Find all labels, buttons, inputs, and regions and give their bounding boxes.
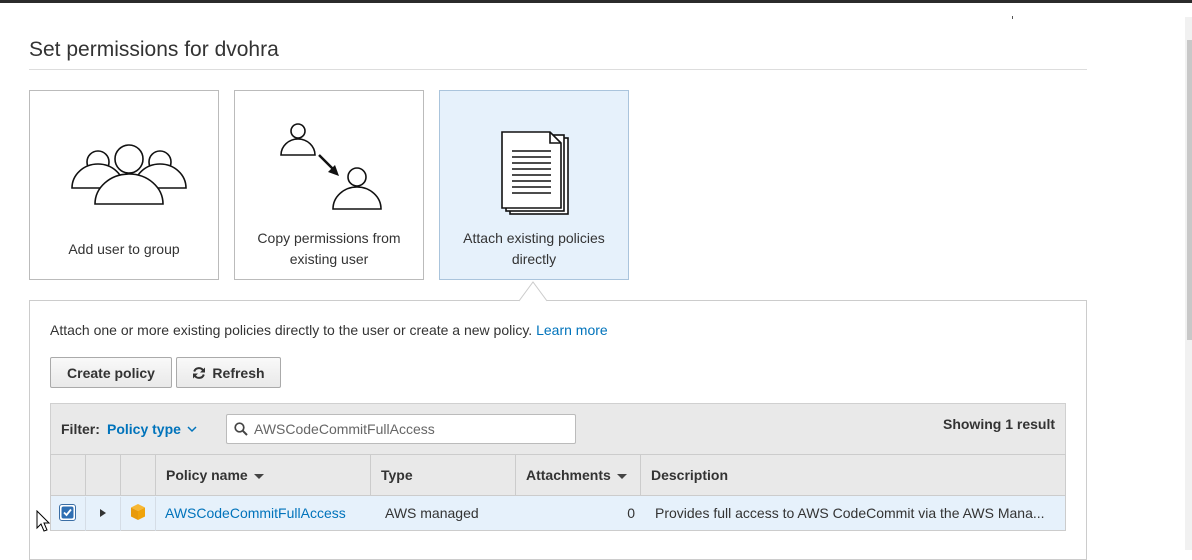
- refresh-button[interactable]: Refresh: [176, 357, 281, 388]
- refresh-label: Refresh: [212, 364, 265, 381]
- option-attach-policies[interactable]: Attach existing policies directly: [439, 90, 629, 280]
- column-header-policy-name[interactable]: Policy name: [166, 467, 264, 483]
- column-separator: [85, 455, 86, 496]
- column-separator: [370, 455, 371, 496]
- screen-artifact: [1012, 16, 1013, 19]
- mouse-pointer-icon: [36, 510, 50, 532]
- scrollbar-thumb[interactable]: [1187, 40, 1192, 340]
- refresh-icon: [193, 366, 206, 379]
- panel-intro: Attach one or more existing policies dir…: [50, 322, 608, 338]
- sort-caret-icon: [253, 474, 264, 479]
- policy-name-link[interactable]: AWSCodeCommitFullAccess: [165, 505, 346, 521]
- policy-search-input[interactable]: [252, 420, 567, 438]
- column-separator: [515, 455, 516, 496]
- filter-label: Filter:: [61, 421, 100, 437]
- policy-type-cell: AWS managed: [385, 505, 479, 521]
- row-separator: [155, 497, 156, 531]
- row-separator: [85, 497, 86, 531]
- panel-pointer: [519, 281, 547, 302]
- window-top-bar: [0, 0, 1192, 3]
- policy-search-box[interactable]: [226, 414, 576, 444]
- intro-text: Attach one or more existing policies dir…: [50, 322, 533, 338]
- option-add-user-to-group[interactable]: Add user to group: [29, 90, 219, 280]
- column-header-description: Description: [651, 467, 728, 483]
- chevron-down-icon: [187, 425, 197, 432]
- learn-more-link[interactable]: Learn more: [536, 322, 608, 338]
- column-header-label: Type: [381, 467, 413, 483]
- page-title: Set permissions for dvohra: [29, 38, 279, 61]
- column-separator: [155, 455, 156, 496]
- copy-permissions-icon: [280, 123, 382, 210]
- user-group-icon: [71, 144, 187, 205]
- sort-caret-icon: [616, 474, 627, 479]
- column-separator: [120, 455, 121, 496]
- option-copy-permissions[interactable]: Copy permissions from existing user: [234, 90, 424, 280]
- policy-cube-icon: [131, 504, 145, 520]
- search-icon: [234, 422, 248, 436]
- column-header-type: Type: [381, 467, 413, 483]
- policy-type-filter-dropdown[interactable]: Policy type: [107, 421, 197, 437]
- result-count: Showing 1 result: [942, 416, 1055, 432]
- column-header-attachments[interactable]: Attachments: [526, 467, 627, 483]
- create-policy-button[interactable]: Create policy: [50, 357, 172, 388]
- expand-row-icon[interactable]: [99, 508, 107, 518]
- row-select-checkbox[interactable]: [59, 504, 76, 521]
- checkmark-icon: [61, 506, 74, 519]
- column-header-label: Policy name: [166, 467, 248, 483]
- option-label: Copy permissions from existing user: [257, 230, 401, 267]
- policy-type-filter-value: Policy type: [107, 421, 181, 437]
- description-cell: Provides full access to AWS CodeCommit v…: [655, 505, 1045, 521]
- document-stack-icon: [501, 131, 569, 215]
- attachments-cell: 0: [627, 505, 635, 521]
- option-label: Attach existing policies directly: [463, 230, 605, 267]
- row-separator: [120, 497, 121, 531]
- title-divider: [29, 69, 1087, 70]
- column-header-label: Attachments: [526, 467, 611, 483]
- column-header-label: Description: [651, 467, 729, 483]
- create-policy-label: Create policy: [67, 364, 155, 381]
- column-separator: [640, 455, 641, 496]
- option-label: Add user to group: [68, 241, 180, 257]
